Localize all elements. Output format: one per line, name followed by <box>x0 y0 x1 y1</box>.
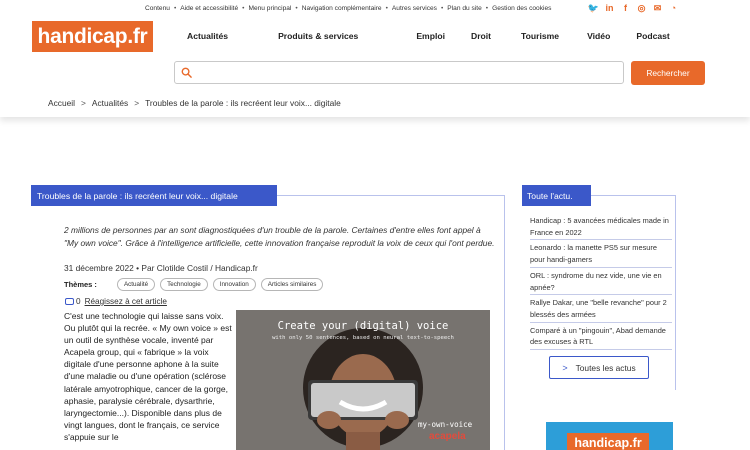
chevron-right-icon: > <box>562 362 568 373</box>
search-input[interactable] <box>197 64 617 81</box>
article-meta: 31 décembre 2022 • Par Clotilde Costil /… <box>64 263 258 273</box>
skip-link[interactable]: Plan du site <box>447 5 481 12</box>
skip-link[interactable]: Contenu <box>145 5 170 12</box>
comments-row: 0 Réagissez à cet article <box>65 297 167 306</box>
theme-tag[interactable]: Articles similaires <box>260 278 324 291</box>
breadcrumb-item[interactable]: Actualités <box>92 98 128 108</box>
skip-link[interactable]: Menu principal <box>248 5 291 12</box>
theme-tag[interactable]: Actualité <box>116 278 156 291</box>
all-news-label: Toutes les actus <box>575 362 636 373</box>
skip-link-separator: • <box>242 5 245 12</box>
breadcrumb: Accueil > Actualités > Troubles de la parole… <box>48 98 341 108</box>
instagram-icon[interactable]: ◎ <box>636 3 647 14</box>
skip-link[interactable]: Autres services <box>392 5 437 12</box>
nav-item[interactable]: Actualités <box>187 31 228 41</box>
skip-link-separator: • <box>440 5 444 12</box>
image-title: Create your (digital) voice <box>277 320 449 332</box>
comment-link[interactable]: Réagissez à cet article <box>85 297 167 306</box>
news-item[interactable]: Comparé à un "pingouin", Abad demande de… <box>530 323 672 351</box>
search-box <box>174 61 624 84</box>
nav-item[interactable]: Vidéo <box>587 31 610 41</box>
comment-icon <box>65 298 74 305</box>
breadcrumb-separator: > <box>81 98 86 108</box>
image-brand-logo: acapela <box>429 431 466 442</box>
ad-banner[interactable]: handicap.fr <box>546 422 673 450</box>
breadcrumb-separator: > <box>134 98 140 108</box>
nav-item[interactable]: Emploi <box>416 31 445 41</box>
nav-item[interactable]: Tourisme <box>521 31 559 41</box>
news-list: Handicap : 5 avancées médicales made in … <box>530 213 672 351</box>
news-item[interactable]: Handicap : 5 avancées médicales made in … <box>530 213 672 241</box>
breadcrumb-item[interactable]: Accueil <box>48 98 75 108</box>
skip-link[interactable]: Navigation complémentaire <box>302 5 382 12</box>
skip-link-separator: • <box>173 5 177 12</box>
nav-item[interactable]: Droit <box>471 31 491 41</box>
skip-link[interactable]: Gestion des cookies <box>492 5 551 12</box>
ad-logo: handicap.fr <box>567 433 649 450</box>
themes-label: Thèmes : <box>64 280 97 289</box>
sidebar-title: Toute l'actu. <box>522 185 591 206</box>
news-item[interactable]: Leonardo : la manette PS5 sur mesure pou… <box>530 240 672 268</box>
article-body: C'est une technologie qui laisse sans vo… <box>64 311 232 442</box>
main-nav: Actualités Produits & services Emploi Droit… <box>187 31 670 41</box>
site-header: Contenu • Aide et accessibilité • Menu princ… <box>0 0 750 117</box>
nav-item[interactable]: Produits & services <box>278 31 358 41</box>
skip-link-separator: • <box>385 5 388 12</box>
search-button[interactable]: Rechercher <box>631 61 705 85</box>
email-icon[interactable]: ✉ <box>652 3 663 14</box>
site-logo[interactable]: handicap.fr <box>32 21 153 52</box>
news-item[interactable]: Rallye Dakar, une "belle revanche" pour … <box>530 295 672 323</box>
comments-count: 0 <box>76 297 81 306</box>
theme-tag[interactable]: Technologie <box>160 278 208 291</box>
theme-tag[interactable]: Innovation <box>212 278 256 291</box>
article-lead: 2 millions de personnes par an sont diag… <box>64 225 495 248</box>
themes-row: Thèmes : Actualité Technologie Innovation A… <box>64 278 328 291</box>
all-news-button[interactable]: > Toutes les actus <box>549 356 649 379</box>
facebook-icon[interactable]: f <box>620 3 631 14</box>
twitter-icon[interactable]: 🐦 <box>588 3 599 14</box>
skip-link-separator: • <box>295 5 298 12</box>
skip-link-separator: • <box>485 5 489 12</box>
skip-link[interactable]: Aide et accessibilité <box>180 5 238 12</box>
article-title: Troubles de la parole : ils recréent leu… <box>31 185 277 206</box>
search-icon <box>181 67 192 78</box>
breadcrumb-item: Troubles de la parole : ils recréent leu… <box>145 98 341 108</box>
image-brand: my-own-voice <box>418 420 473 429</box>
skip-links: Contenu • Aide et accessibilité • Menu princ… <box>145 5 551 12</box>
nav-item[interactable]: Podcast <box>636 31 669 41</box>
article-image: Create your (digital) voice with only 50… <box>236 310 490 450</box>
linkedin-icon[interactable]: in <box>604 3 615 14</box>
social-links: 🐦 in f ◎ ✉ ◔ <box>588 3 679 14</box>
news-item[interactable]: ORL : syndrome du nez vide, une vie en a… <box>530 268 672 296</box>
rss-icon[interactable]: ◔ <box>668 3 679 14</box>
image-subtitle: with only 50 sentences, based on neural … <box>272 335 454 341</box>
